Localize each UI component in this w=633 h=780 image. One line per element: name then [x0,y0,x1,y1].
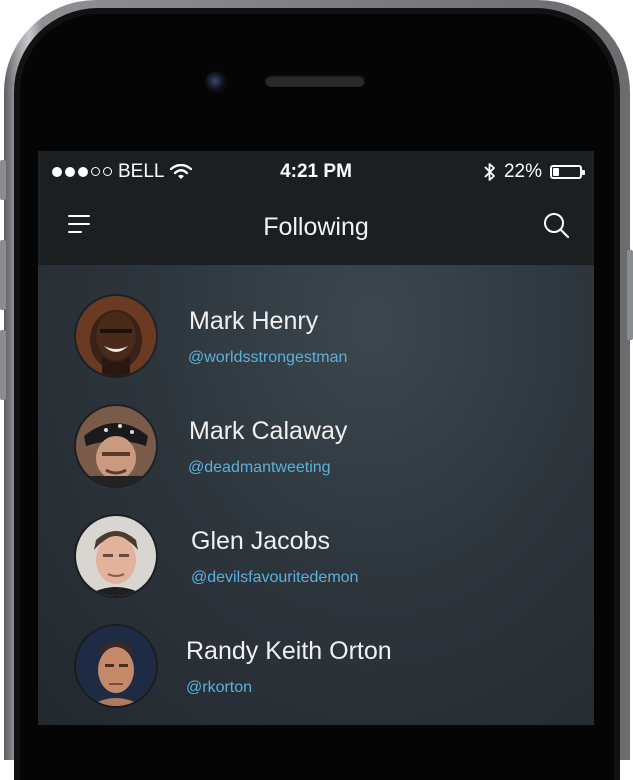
user-handle[interactable]: @devilsfavouritedemon [191,569,358,587]
user-name[interactable]: Mark Henry [189,307,318,336]
top-bar: BELL 4:21 PM 22% Following [38,151,594,265]
list-item[interactable]: Mark Henry @worldsstrongestman [38,269,594,379]
list-item[interactable]: Mark Calaway @deadmantweeting [38,379,594,489]
side-button-mute [0,160,6,200]
user-handle[interactable]: @worldsstrongestman [188,349,347,367]
side-button-power [627,250,633,340]
front-camera [205,71,227,93]
battery-icon [550,165,585,179]
navigation-bar: Following [38,191,594,265]
list-item[interactable]: Randy Keith Orton @rkorton [38,599,594,709]
list-item[interactable]: Glen Jacobs @devilsfavouritedemon [38,489,594,599]
bluetooth-icon [484,163,495,181]
page-title: Following [263,213,369,241]
status-right: 22% [484,161,585,183]
avatar[interactable] [76,516,156,596]
side-button-volume-up [0,240,6,310]
user-name[interactable]: Randy Keith Orton [186,637,392,666]
avatar[interactable] [76,406,156,486]
status-bar: BELL 4:21 PM 22% [38,151,594,191]
side-button-volume-down [0,330,6,400]
earpiece-speaker [265,75,365,87]
search-icon[interactable] [542,211,572,241]
battery-percent: 22% [503,161,542,182]
user-handle[interactable]: @deadmantweeting [188,459,331,477]
app-screen: BELL 4:21 PM 22% Following Mark Henry @w… [38,151,594,725]
user-handle[interactable]: @rkorton [186,679,252,697]
avatar[interactable] [76,626,156,706]
user-name[interactable]: Glen Jacobs [191,527,330,556]
user-name[interactable]: Mark Calaway [189,417,347,446]
avatar[interactable] [76,296,156,376]
